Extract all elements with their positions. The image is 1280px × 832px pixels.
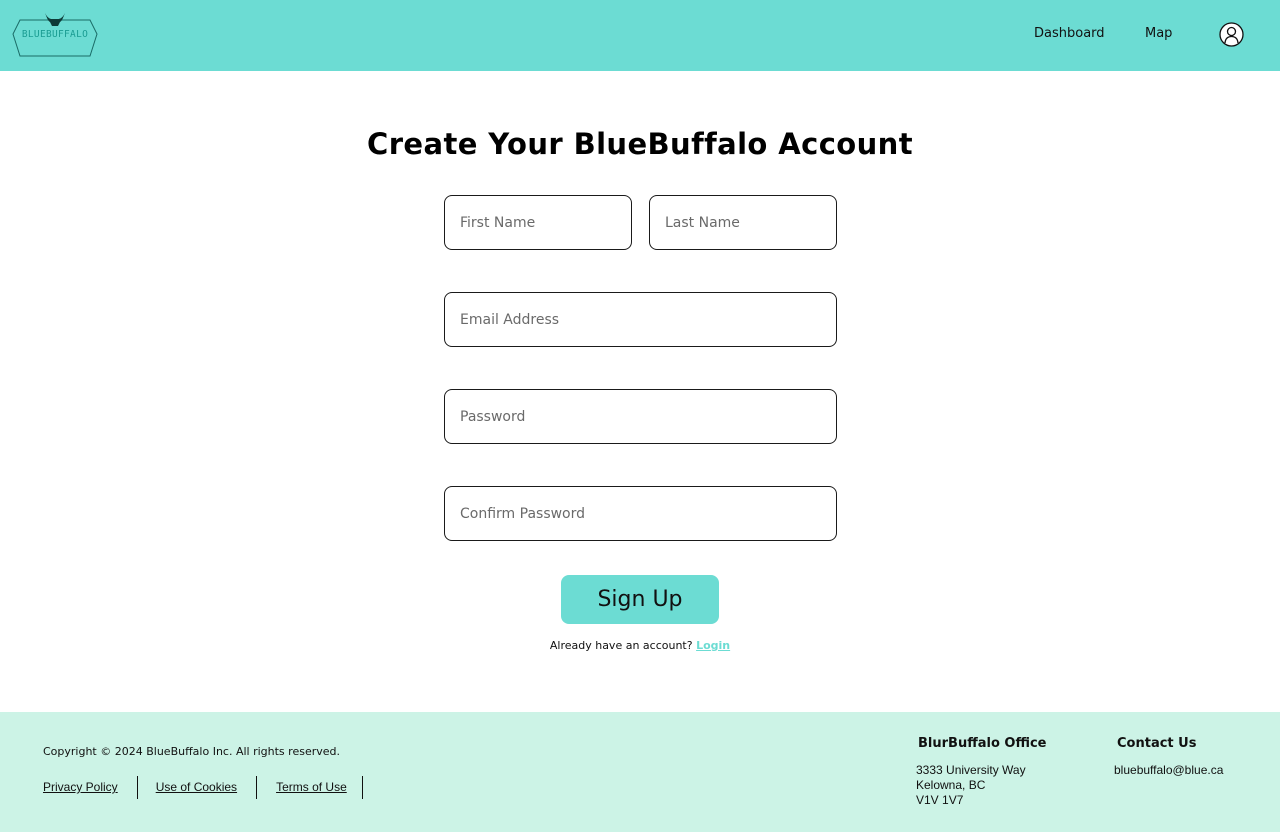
login-link[interactable]: Login xyxy=(696,639,730,652)
office-address-line: V1V 1V7 xyxy=(916,793,964,807)
first-name-input[interactable] xyxy=(444,195,632,250)
office-address-line: Kelowna, BC xyxy=(916,778,986,792)
brand-logo[interactable]: BLUEBUFFALO xyxy=(12,10,98,58)
office-address-line: 3333 University Way xyxy=(916,763,1026,777)
login-prompt: Already have an account? Login xyxy=(0,639,1280,652)
password-input[interactable] xyxy=(444,389,837,444)
site-footer: Copyright © 2024 BlueBuffalo Inc. All ri… xyxy=(0,712,1280,832)
footer-divider xyxy=(136,775,138,799)
contact-title: Contact Us xyxy=(1117,736,1197,751)
footer-divider xyxy=(256,775,258,799)
nav-map-link[interactable]: Map xyxy=(1145,26,1172,41)
footer-links: Privacy Policy Use of Cookies Terms of U… xyxy=(43,775,363,799)
contact-email[interactable]: bluebuffalo@blue.ca xyxy=(1114,763,1223,777)
logo-text: BLUEBUFFALO xyxy=(21,29,89,40)
use-of-cookies-link[interactable]: Use of Cookies xyxy=(156,780,237,794)
footer-divider xyxy=(361,775,363,799)
top-header: BLUEBUFFALO Dashboard Map xyxy=(0,0,1280,71)
email-input[interactable] xyxy=(444,292,837,347)
sign-up-button[interactable]: Sign Up xyxy=(561,575,719,624)
office-title: BlurBuffalo Office xyxy=(918,736,1047,751)
confirm-password-input[interactable] xyxy=(444,486,837,541)
privacy-policy-link[interactable]: Privacy Policy xyxy=(43,780,118,794)
page-title: Create Your BlueBuffalo Account xyxy=(367,127,913,161)
terms-of-use-link[interactable]: Terms of Use xyxy=(276,780,347,794)
copyright-text: Copyright © 2024 BlueBuffalo Inc. All ri… xyxy=(43,745,340,758)
login-prompt-text: Already have an account? xyxy=(549,639,693,652)
last-name-input[interactable] xyxy=(649,195,837,250)
nav-dashboard-link[interactable]: Dashboard xyxy=(1034,26,1105,41)
user-profile-icon[interactable] xyxy=(1219,22,1244,47)
